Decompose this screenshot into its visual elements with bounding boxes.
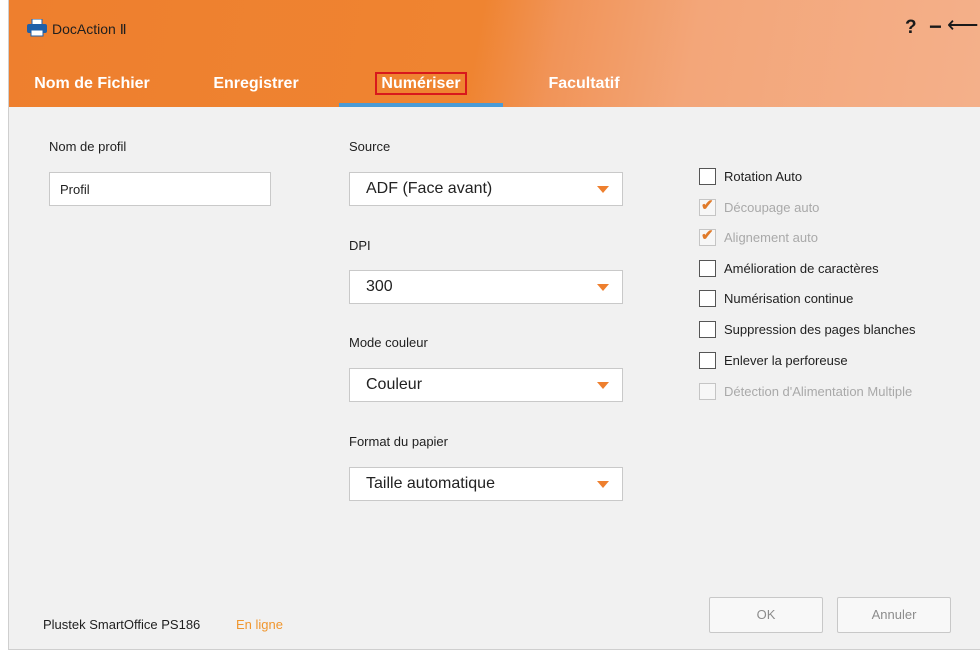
tab-nom-de-fichier[interactable]: Nom de Fichier	[25, 62, 159, 107]
paper-size-select[interactable]: Taille automatique	[349, 467, 623, 501]
checkbox[interactable]	[699, 260, 716, 277]
profile-name-label: Nom de profil	[49, 139, 127, 154]
source-value: ADF (Face avant)	[366, 180, 493, 197]
checkbox[interactable]	[699, 168, 716, 185]
checkbox	[699, 383, 716, 400]
header-bar: DocAction Ⅱ ? − ⟵ Nom de Fichier Enregis…	[9, 0, 980, 107]
dpi-label: DPI	[349, 238, 371, 253]
chevron-down-icon	[597, 284, 609, 291]
cancel-button[interactable]: Annuler	[837, 597, 951, 633]
docaction-window: DocAction Ⅱ ? − ⟵ Nom de Fichier Enregis…	[8, 0, 980, 650]
color-mode-label: Mode couleur	[349, 335, 428, 350]
checkmark-icon: ✔	[701, 197, 714, 214]
title-bar: DocAction Ⅱ ? − ⟵	[9, 0, 980, 60]
checkbox[interactable]	[699, 290, 716, 307]
chevron-down-icon	[597, 481, 609, 488]
back-icon[interactable]: ⟵	[947, 12, 979, 38]
checkbox[interactable]	[699, 321, 716, 338]
profile-name-input[interactable]	[49, 172, 271, 206]
chevron-down-icon	[597, 382, 609, 389]
color-mode-select[interactable]: Couleur	[349, 368, 623, 402]
tab-enregistrer[interactable]: Enregistrer	[201, 62, 311, 107]
tab-bar: Nom de Fichier Enregistrer Numériser Fac…	[9, 62, 980, 107]
checkmark-icon: ✔	[701, 227, 714, 244]
tab-numeriser[interactable]: Numériser	[339, 62, 503, 107]
checkbox[interactable]	[699, 352, 716, 369]
dpi-select[interactable]: 300	[349, 270, 623, 304]
chevron-down-icon	[597, 186, 609, 193]
color-mode-value: Couleur	[366, 376, 423, 393]
device-name: Plustek SmartOffice PS186	[43, 617, 201, 632]
source-label: Source	[349, 139, 391, 154]
paper-size-label: Format du papier	[349, 434, 448, 449]
paper-size-value: Taille automatique	[366, 475, 495, 492]
device-status: En ligne	[236, 617, 283, 632]
app-title: DocAction Ⅱ	[52, 21, 127, 37]
printer-icon	[27, 19, 47, 37]
ok-button[interactable]: OK	[709, 597, 823, 633]
help-icon[interactable]: ?	[905, 17, 917, 39]
source-select[interactable]: ADF (Face avant)	[349, 172, 623, 206]
tab-facultatif[interactable]: Facultatif	[539, 62, 629, 107]
minimize-icon[interactable]: −	[929, 14, 942, 40]
dpi-value: 300	[366, 278, 393, 295]
